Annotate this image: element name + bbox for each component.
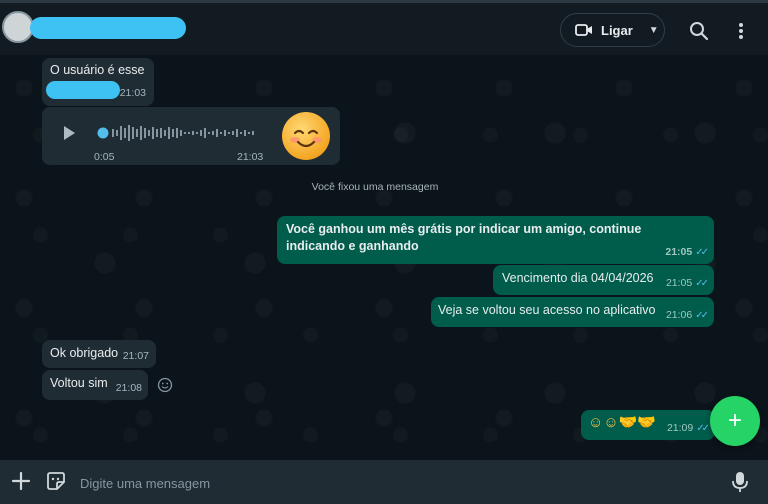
outgoing-message[interactable]: Vencimento dia 04/04/2026 21:05 ✓✓	[493, 265, 714, 295]
message-text: Veja se voltou seu acesso no aplicativo	[438, 303, 656, 317]
chat-area: O usuário é esse 21:03 0:05 21:03 Você f…	[0, 55, 768, 460]
voice-message[interactable]: 0:05 21:03	[42, 107, 340, 165]
outgoing-message[interactable]: ☺☺🤝🤝 21:09 ✓✓	[581, 410, 715, 440]
waveform[interactable]	[96, 123, 262, 143]
message-text: Vencimento dia 04/04/2026	[502, 271, 654, 285]
message-time: 21:06	[665, 309, 693, 321]
message-text: Ok obrigado	[50, 346, 119, 360]
menu-dots-icon[interactable]	[730, 20, 752, 42]
read-ticks-icon: ✓✓	[696, 423, 710, 434]
reaction-emoji-icon[interactable]	[157, 377, 173, 393]
message-time: 21:03	[119, 87, 146, 99]
incoming-message[interactable]: Voltou sim 21:08	[42, 370, 148, 400]
plus-icon[interactable]	[10, 470, 32, 492]
message-meta: 21:06 ✓✓	[665, 307, 709, 324]
search-icon[interactable]	[688, 20, 710, 42]
call-button[interactable]: Ligar ▼	[560, 13, 665, 47]
read-ticks-icon: ✓✓	[695, 278, 709, 289]
plus-icon: +	[727, 407, 742, 434]
message-time: 21:09	[666, 422, 694, 434]
video-icon	[575, 24, 592, 36]
pinned-notice: Você fixou uma mensagem	[311, 181, 439, 193]
sender-avatar[interactable]	[282, 112, 330, 160]
chat-header: Ligar ▼	[0, 3, 768, 55]
message-time: 21:03	[237, 151, 264, 163]
message-meta: 21:05 ✓✓	[665, 275, 709, 292]
contact-name-redacted[interactable]	[30, 17, 186, 39]
message-time: 21:08	[115, 382, 142, 394]
message-time: 21:05	[665, 277, 693, 289]
chevron-down-icon: ▼	[648, 24, 659, 36]
message-meta: 21:09 ✓✓	[666, 420, 710, 437]
outgoing-message[interactable]: Veja se voltou seu acesso no aplicativo …	[431, 297, 714, 327]
message-emojis: ☺☺🤝🤝	[588, 414, 656, 431]
read-ticks-icon: ✓✓	[695, 247, 709, 258]
outgoing-message[interactable]: Você ganhou um mês grátis por indicar um…	[277, 216, 714, 264]
read-ticks-icon: ✓✓	[695, 310, 709, 321]
message-time: 21:07	[122, 350, 149, 362]
incoming-message[interactable]: Ok obrigado 21:07	[42, 340, 156, 368]
message-text: Voltou sim	[50, 376, 108, 390]
message-time: 21:05	[665, 246, 693, 258]
play-icon[interactable]	[62, 125, 76, 141]
redacted-text	[46, 81, 120, 99]
composer-bar	[0, 460, 768, 504]
message-text: O usuário é esse	[50, 63, 145, 77]
new-action-button[interactable]: +	[710, 396, 760, 446]
incoming-message[interactable]: O usuário é esse 21:03	[42, 58, 154, 106]
mic-icon[interactable]	[730, 471, 750, 493]
message-text: Você ganhou um mês grátis por indicar um…	[286, 222, 642, 253]
message-input[interactable]	[78, 468, 712, 498]
sticker-icon[interactable]	[45, 470, 67, 492]
call-button-label: Ligar	[601, 22, 633, 38]
message-meta: 21:05 ✓✓	[665, 244, 709, 261]
voice-elapsed: 0:05	[94, 151, 115, 163]
